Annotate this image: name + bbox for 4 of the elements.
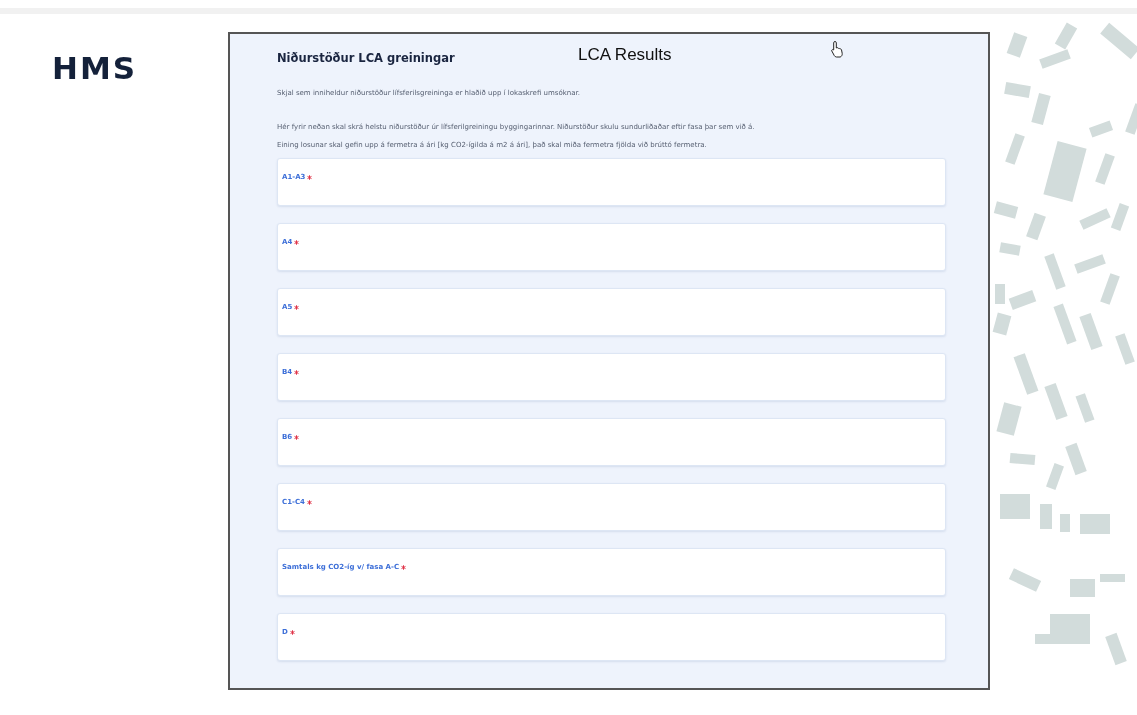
overlay-title: LCA Results (578, 45, 672, 65)
logo: HMS (52, 50, 138, 86)
hand-cursor-icon (830, 40, 844, 58)
form-heading: Niðurstöður LCA greiningar (277, 51, 455, 65)
